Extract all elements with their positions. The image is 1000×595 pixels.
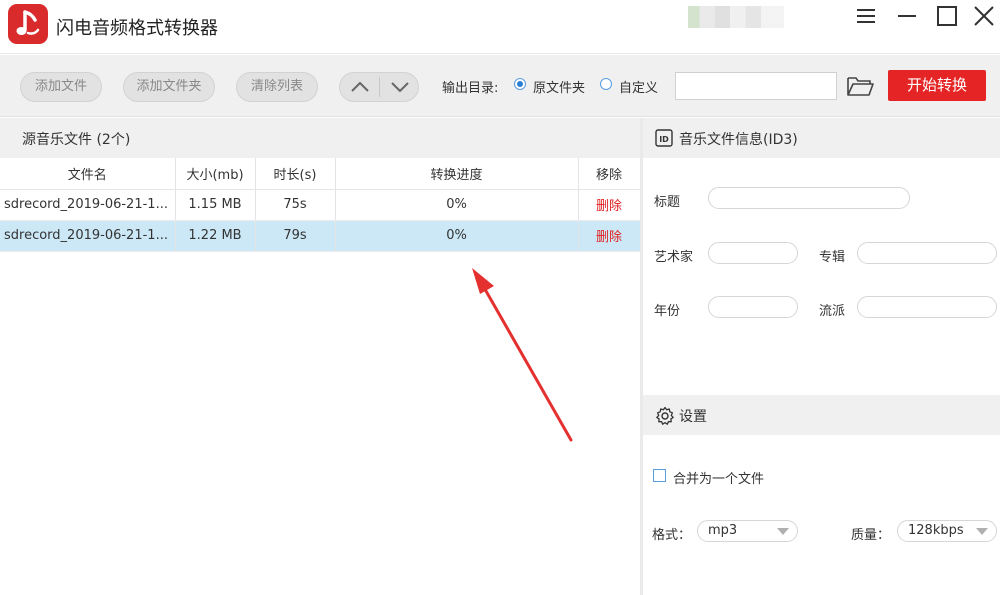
file-list-title: 源音乐文件 (2个) xyxy=(22,132,131,148)
settings-header: 设置 xyxy=(643,395,1000,435)
close-icon[interactable] xyxy=(970,4,998,28)
file-name: sdrecord_2019-06-21-1... xyxy=(0,189,176,221)
title-bar: 闪电音频格式转换器 xyxy=(0,0,1000,54)
id3-title: 音乐文件信息(ID3) xyxy=(679,132,798,148)
column-header[interactable]: 转换进度 xyxy=(335,158,579,190)
table-row[interactable]: sdrecord_2019-06-21-1... 1.22 MB 79s 0% … xyxy=(0,220,641,252)
menu-icon[interactable] xyxy=(852,4,880,28)
file-progress: 0% xyxy=(335,220,579,252)
format-value: mp3 xyxy=(708,523,738,538)
radio-source-folder[interactable] xyxy=(514,78,526,90)
settings-title: 设置 xyxy=(679,409,707,425)
chevron-down-icon xyxy=(976,528,988,535)
title-label: 标题 xyxy=(654,195,681,210)
artist-field[interactable] xyxy=(708,242,798,264)
folder-open-icon[interactable] xyxy=(845,73,875,99)
gear-icon xyxy=(656,406,674,425)
file-list-header: 源音乐文件 (2个) xyxy=(0,118,640,158)
svg-text:ID: ID xyxy=(659,135,669,144)
format-label: 格式： xyxy=(652,528,692,543)
delete-link[interactable]: 删除 xyxy=(578,220,641,252)
move-down-icon[interactable] xyxy=(380,73,420,101)
file-size: 1.22 MB xyxy=(175,220,256,252)
title-field[interactable] xyxy=(708,187,910,209)
app-logo-icon xyxy=(8,4,48,44)
add-file-button[interactable]: 添加文件 xyxy=(20,72,102,102)
merge-checkbox[interactable] xyxy=(653,469,666,482)
column-header[interactable]: 大小(mb) xyxy=(175,158,256,190)
move-buttons xyxy=(339,72,419,102)
album-field[interactable] xyxy=(857,242,997,264)
column-header[interactable]: 移除 xyxy=(578,158,641,190)
delete-link[interactable]: 删除 xyxy=(578,189,641,221)
app-title: 闪电音频格式转换器 xyxy=(56,18,218,39)
album-label: 专辑 xyxy=(819,250,846,265)
clear-list-button[interactable]: 清除列表 xyxy=(236,72,318,102)
quality-label: 质量： xyxy=(851,528,891,543)
maximize-icon[interactable] xyxy=(933,4,961,28)
move-up-icon[interactable] xyxy=(340,73,380,101)
quality-select[interactable]: 128kbps xyxy=(897,520,997,542)
year-label: 年份 xyxy=(654,304,681,319)
column-header[interactable]: 文件名 xyxy=(0,158,176,190)
year-field[interactable] xyxy=(708,296,798,318)
minimize-icon[interactable] xyxy=(893,4,921,28)
quality-value: 128kbps xyxy=(908,523,964,538)
merge-label[interactable]: 合并为一个文件 xyxy=(673,468,764,487)
id3-header: ID 音乐文件信息(ID3) xyxy=(643,118,1000,158)
genre-label: 流派 xyxy=(819,304,846,319)
radio-source-folder-label[interactable]: 原文件夹 xyxy=(533,77,585,96)
start-convert-button[interactable]: 开始转换 xyxy=(888,70,986,101)
genre-field[interactable] xyxy=(857,296,997,318)
file-duration: 79s xyxy=(255,220,336,252)
id-icon: ID xyxy=(655,129,673,147)
file-progress: 0% xyxy=(335,189,579,221)
output-dir-label: 输出目录: xyxy=(442,81,499,96)
file-table: 文件名 大小(mb) 时长(s) 转换进度 移除 sdrecord_2019-0… xyxy=(0,158,641,252)
file-name: sdrecord_2019-06-21-1... xyxy=(0,220,176,252)
table-row[interactable]: sdrecord_2019-06-21-1... 1.15 MB 75s 0% … xyxy=(0,189,641,221)
radio-custom-label[interactable]: 自定义 xyxy=(619,77,658,96)
table-header-row: 文件名 大小(mb) 时长(s) 转换进度 移除 xyxy=(0,158,641,190)
output-path-input[interactable] xyxy=(675,72,837,100)
add-folder-button[interactable]: 添加文件夹 xyxy=(123,72,215,102)
format-select[interactable]: mp3 xyxy=(697,520,798,542)
column-header[interactable]: 时长(s) xyxy=(255,158,336,190)
blurred-region xyxy=(688,6,784,28)
annotation-arrow-icon xyxy=(472,268,573,442)
chevron-down-icon xyxy=(777,528,789,535)
radio-custom[interactable] xyxy=(600,78,612,90)
file-size: 1.15 MB xyxy=(175,189,256,221)
artist-label: 艺术家 xyxy=(654,250,694,265)
panel-divider xyxy=(640,118,643,595)
file-duration: 75s xyxy=(255,189,336,221)
